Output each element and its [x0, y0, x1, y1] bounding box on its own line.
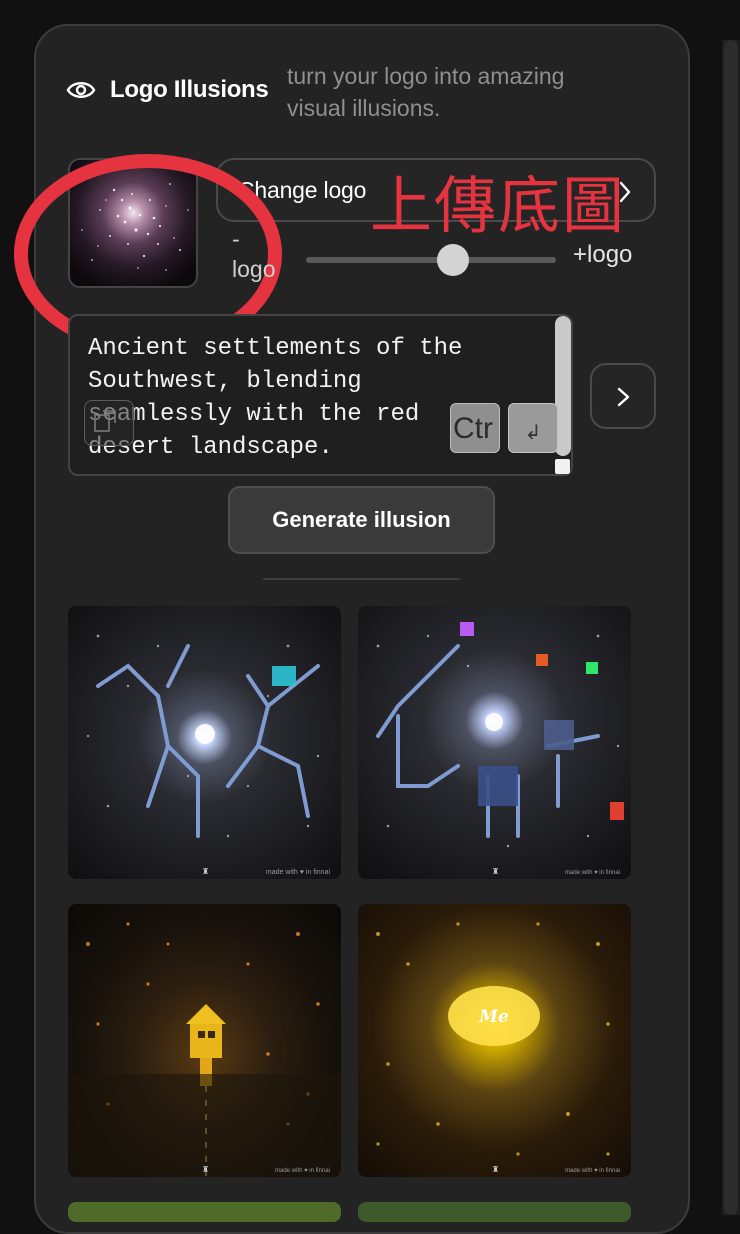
- annotation-text: 上傳底圖: [370, 169, 627, 242]
- logo-strength-slider-thumb[interactable]: [437, 244, 469, 276]
- svg-text:♜: ♜: [492, 867, 499, 876]
- section-divider: [263, 578, 460, 580]
- svg-text:♜: ♜: [202, 867, 209, 876]
- gallery-image-robots-1[interactable]: made with ♥ in finnai ♜: [68, 606, 341, 879]
- gallery-image-house[interactable]: made with ♥ in finnai ♜: [68, 904, 341, 1177]
- chevron-right-icon: [617, 387, 630, 407]
- svg-text:made with ♥ in finnai: made with ♥ in finnai: [275, 1168, 330, 1174]
- gallery-image-partial-1[interactable]: [68, 1202, 341, 1222]
- generate-illusion-button[interactable]: Generate illusion: [228, 486, 495, 554]
- logo-thumbnail[interactable]: [68, 158, 198, 288]
- svg-text:♜: ♜: [202, 1165, 209, 1174]
- gallery-image-partial-2[interactable]: [358, 1202, 631, 1222]
- enter-key-hint: ↲: [508, 403, 558, 453]
- image-me-text: Me: [478, 1007, 509, 1027]
- eye-icon: [66, 78, 96, 102]
- copy-icon[interactable]: [84, 400, 134, 446]
- slider-minus-symbol: -: [232, 226, 240, 252]
- watermark-text: made with ♥ in finnai: [266, 869, 331, 876]
- submit-prompt-button[interactable]: [590, 363, 656, 429]
- svg-text:♜: ♜: [492, 1165, 499, 1174]
- page-title: Logo Illusions: [110, 76, 269, 103]
- change-logo-label: Change logo: [238, 177, 367, 203]
- slider-plus-label: +logo: [573, 241, 633, 268]
- page-description: turn your logo into amazing visual illus…: [287, 63, 565, 121]
- gallery-image-me-lights[interactable]: Me made with ♥ in finnai ♜: [358, 904, 631, 1177]
- slider-minus-label: logo: [232, 256, 276, 282]
- logo-strength-slider-track[interactable]: [306, 257, 556, 263]
- page-scrollbar-thumb[interactable]: [724, 40, 738, 1215]
- resize-handle-icon[interactable]: [555, 459, 570, 474]
- svg-text:made with ♥ in finnai: made with ♥ in finnai: [565, 1168, 620, 1174]
- gallery-image-robots-2[interactable]: made with ♥ in finnai ♜: [358, 606, 631, 879]
- ctrl-key-hint: Ctr: [450, 403, 500, 453]
- svg-text:made with ♥ in finnai: made with ♥ in finnai: [565, 870, 620, 876]
